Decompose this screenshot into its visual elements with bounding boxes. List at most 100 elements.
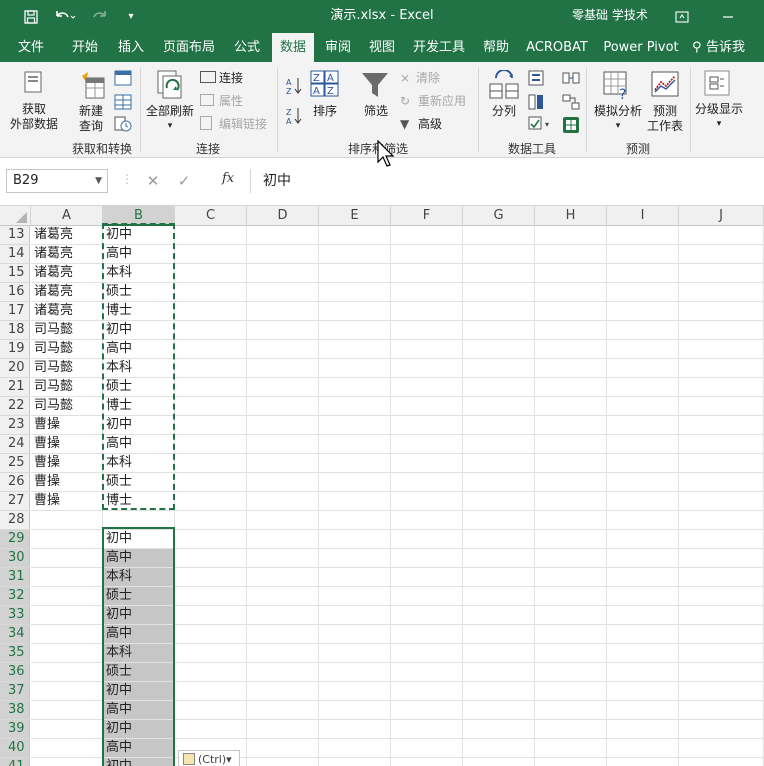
cell-empty[interactable]	[319, 549, 391, 568]
cell-empty[interactable]	[175, 359, 247, 378]
cell-empty[interactable]	[679, 644, 764, 663]
tab-developer[interactable]: 开发工具	[408, 33, 470, 62]
cell-empty[interactable]	[391, 625, 463, 644]
cell-empty[interactable]	[679, 226, 764, 245]
flash-fill-icon[interactable]	[528, 70, 544, 89]
remove-duplicates-icon[interactable]	[528, 94, 544, 113]
cell-empty[interactable]	[391, 644, 463, 663]
cell-empty[interactable]	[175, 264, 247, 283]
cell-empty[interactable]	[319, 625, 391, 644]
forecast-sheet-button[interactable]: 预测 工作表	[642, 104, 688, 134]
sort-button[interactable]: 排序	[308, 104, 342, 119]
cell-empty[interactable]	[175, 435, 247, 454]
filter-button[interactable]: 筛选	[356, 104, 396, 119]
cell-empty[interactable]	[679, 511, 764, 530]
cell-b[interactable]: 高中	[103, 739, 175, 758]
cell-empty[interactable]	[463, 720, 535, 739]
clear-filter-button[interactable]: ⨯ 清除	[400, 70, 440, 86]
cell-empty[interactable]	[679, 245, 764, 264]
row-header[interactable]: 26	[0, 473, 30, 492]
cell-empty[interactable]	[247, 226, 319, 245]
cell-empty[interactable]	[391, 701, 463, 720]
cell-empty[interactable]	[607, 568, 679, 587]
cell-empty[interactable]	[535, 378, 607, 397]
cell-empty[interactable]	[535, 283, 607, 302]
save-icon[interactable]	[18, 0, 44, 33]
cell-empty[interactable]	[247, 397, 319, 416]
row-header[interactable]: 29	[0, 530, 30, 549]
undo-icon[interactable]	[50, 0, 80, 33]
redo-icon[interactable]	[86, 0, 116, 33]
cell-empty[interactable]	[247, 435, 319, 454]
cell-a[interactable]: 诸葛亮	[31, 283, 103, 302]
row-header[interactable]: 32	[0, 587, 30, 606]
cell-empty[interactable]	[535, 397, 607, 416]
cell-empty[interactable]	[247, 625, 319, 644]
cancel-entry-icon[interactable]: ✕	[140, 172, 166, 190]
worksheet-grid[interactable]: ABCDEFGHIJ 13 诸葛亮 初中 14 诸葛亮 高中 15 诸葛亮 本科 16 诸葛亮 硕士 1…	[0, 206, 764, 766]
cell-empty[interactable]	[175, 606, 247, 625]
cell-empty[interactable]	[535, 606, 607, 625]
cell-empty[interactable]	[319, 587, 391, 606]
cell-empty[interactable]	[679, 435, 764, 454]
cell-empty[interactable]	[463, 568, 535, 587]
cell-empty[interactable]	[463, 492, 535, 511]
cell-empty[interactable]	[607, 682, 679, 701]
cell-empty[interactable]	[679, 397, 764, 416]
row-header[interactable]: 39	[0, 720, 30, 739]
cell-empty[interactable]	[463, 245, 535, 264]
row-header[interactable]: 21	[0, 378, 30, 397]
cell-empty[interactable]	[679, 606, 764, 625]
column-header-a[interactable]: A	[31, 206, 103, 226]
cell-empty[interactable]	[319, 682, 391, 701]
cell-empty[interactable]	[391, 321, 463, 340]
cell-empty[interactable]	[535, 568, 607, 587]
cell-empty[interactable]	[535, 511, 607, 530]
cell-b[interactable]: 高中	[103, 340, 175, 359]
cell-empty[interactable]	[463, 701, 535, 720]
cell-empty[interactable]	[175, 663, 247, 682]
cell-empty[interactable]	[463, 644, 535, 663]
row-header[interactable]: 38	[0, 701, 30, 720]
cell-empty[interactable]	[679, 378, 764, 397]
cell-empty[interactable]	[175, 321, 247, 340]
tab-formulas[interactable]: 公式	[226, 33, 268, 62]
column-header-d[interactable]: D	[247, 206, 319, 226]
cell-empty[interactable]	[607, 511, 679, 530]
advanced-filter-button[interactable]: ▼ 高级	[400, 116, 442, 132]
row-header[interactable]: 35	[0, 644, 30, 663]
cell-empty[interactable]	[535, 340, 607, 359]
ribbon-display-icon[interactable]	[662, 0, 702, 33]
cell-a[interactable]: 诸葛亮	[31, 264, 103, 283]
insert-function-icon[interactable]: fx	[222, 171, 234, 186]
row-header[interactable]: 18	[0, 321, 30, 340]
tab-power-pivot[interactable]: Power Pivot	[600, 33, 682, 62]
cell-empty[interactable]	[175, 302, 247, 321]
cell-empty[interactable]	[679, 340, 764, 359]
cell-empty[interactable]	[247, 359, 319, 378]
cell-empty[interactable]	[535, 492, 607, 511]
cell-empty[interactable]	[607, 283, 679, 302]
cell-a[interactable]: 司马懿	[31, 321, 103, 340]
outline-button[interactable]: 分级显示 ▾	[692, 102, 746, 132]
cell-empty[interactable]	[391, 397, 463, 416]
cell-b[interactable]: 高中	[103, 625, 175, 644]
cell-empty[interactable]	[679, 587, 764, 606]
tab-insert[interactable]: 插入	[108, 33, 154, 62]
cell-empty[interactable]	[391, 549, 463, 568]
cell-a[interactable]	[31, 758, 103, 766]
cell-empty[interactable]	[463, 587, 535, 606]
cell-empty[interactable]	[607, 416, 679, 435]
cell-empty[interactable]	[391, 720, 463, 739]
cell-empty[interactable]	[391, 302, 463, 321]
cell-empty[interactable]	[535, 644, 607, 663]
cell-empty[interactable]	[463, 758, 535, 766]
cell-empty[interactable]	[535, 454, 607, 473]
column-header-c[interactable]: C	[175, 206, 247, 226]
cell-empty[interactable]	[607, 359, 679, 378]
cell-empty[interactable]	[319, 264, 391, 283]
cell-a[interactable]	[31, 587, 103, 606]
cell-empty[interactable]	[175, 492, 247, 511]
cell-empty[interactable]	[175, 625, 247, 644]
row-header[interactable]: 34	[0, 625, 30, 644]
